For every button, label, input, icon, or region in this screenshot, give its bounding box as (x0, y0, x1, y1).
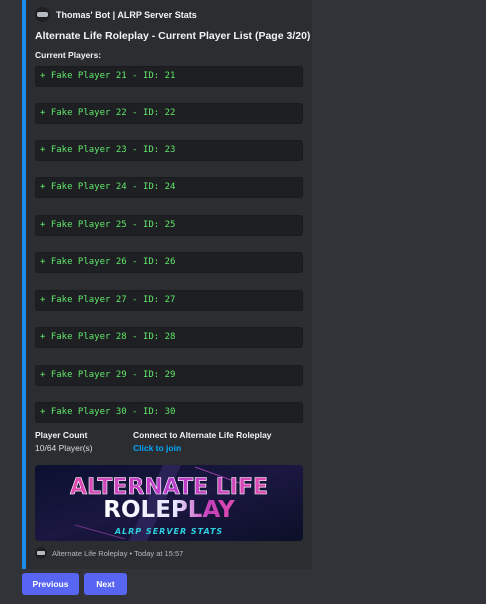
player-code-block: + Fake Player 29 - ID: 29 (35, 365, 303, 386)
player-code-block: + Fake Player 26 - ID: 26 (35, 252, 303, 273)
player-code-block: + Fake Player 30 - ID: 30 (35, 402, 303, 423)
player-code-block: + Fake Player 21 - ID: 21 (35, 66, 303, 87)
player-code-block: + Fake Player 22 - ID: 22 (35, 103, 303, 124)
connect-label: Connect to Alternate Life Roleplay (133, 430, 272, 440)
player-code-block: + Fake Player 24 - ID: 24 (35, 177, 303, 198)
player-code-block: + Fake Player 25 - ID: 25 (35, 215, 303, 236)
banner-subtitle: ALRP SERVER STATS (114, 527, 223, 536)
banner-graphic: ALTERNATE LIFE ROLEPLAY ALRP SERVER STAT… (35, 465, 303, 541)
previous-button[interactable]: Previous (22, 573, 79, 595)
embed-title: Alternate Life Roleplay - Current Player… (35, 30, 311, 42)
next-button[interactable]: Next (84, 573, 127, 595)
bot-logo-icon (35, 7, 50, 22)
player-code-block: + Fake Player 28 - ID: 28 (35, 327, 303, 348)
players-header: Current Players: (35, 50, 102, 60)
player-code-block: + Fake Player 27 - ID: 27 (35, 290, 303, 311)
footer-text: Alternate Life Roleplay • Today at 15:57 (52, 548, 184, 558)
embed-footer: Alternate Life Roleplay • Today at 15:57 (35, 547, 183, 559)
player-count-value: 10/64 Player(s) (35, 443, 93, 453)
banner-title-line2: ROLEPLAY (103, 497, 235, 523)
player-count-label: Player Count (35, 430, 88, 440)
embed-author: Thomas' Bot | ALRP Server Stats (35, 7, 197, 22)
player-code-block: + Fake Player 23 - ID: 23 (35, 140, 303, 161)
join-link[interactable]: Click to join (133, 443, 181, 453)
embed-card: Thomas' Bot | ALRP Server Stats Alternat… (22, 0, 312, 569)
server-logo-icon (35, 547, 47, 559)
server-banner-image[interactable]: ALTERNATE LIFE ROLEPLAY ALRP SERVER STAT… (35, 465, 303, 541)
author-name: Thomas' Bot | ALRP Server Stats (56, 9, 197, 20)
